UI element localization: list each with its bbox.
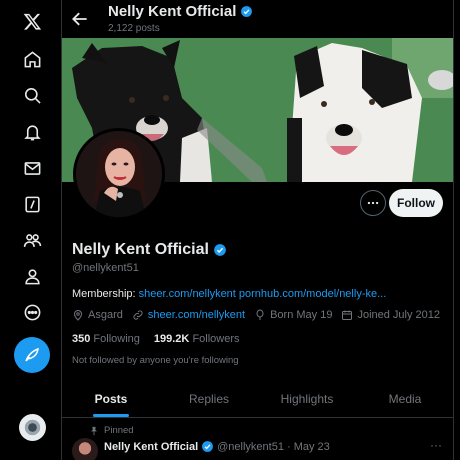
more-horizontal-icon bbox=[367, 201, 379, 205]
profile-bio: Membership: sheer.com/nellykent pornhub.… bbox=[72, 288, 386, 300]
compose-icon bbox=[25, 347, 39, 362]
balloon-icon bbox=[256, 309, 264, 320]
profile-icon[interactable] bbox=[17, 261, 47, 291]
website: sheer.com/nellykent bbox=[132, 309, 245, 321]
location: Asgard bbox=[72, 309, 123, 321]
tab-posts[interactable]: Posts bbox=[62, 380, 160, 417]
profile-avatar-image bbox=[76, 131, 162, 217]
bio-label: Membership: bbox=[72, 288, 136, 300]
bio-links[interactable]: sheer.com/nellykent pornhub.com/model/ne… bbox=[139, 288, 387, 300]
post-date[interactable]: · May 23 bbox=[287, 441, 330, 453]
following-stat[interactable]: 350 Following bbox=[72, 333, 140, 345]
main-column: Nelly Kent Official 2,122 posts Follow N… bbox=[62, 0, 454, 460]
post-handle: @nellykent51 bbox=[217, 440, 284, 453]
grok-icon[interactable] bbox=[17, 189, 47, 219]
tab-replies[interactable]: Replies bbox=[160, 380, 258, 417]
birthday: Born May 19 bbox=[254, 309, 332, 321]
pinned-indicator: Pinned bbox=[89, 425, 134, 436]
profile-header-bar: Nelly Kent Official 2,122 posts bbox=[62, 0, 453, 38]
more-icon[interactable] bbox=[17, 297, 47, 327]
post-header: Nelly Kent Official @nellykent51 · May 2… bbox=[104, 440, 330, 453]
link-icon bbox=[133, 310, 143, 320]
back-arrow-icon[interactable] bbox=[70, 9, 90, 29]
profile-name-text: Nelly Kent Official bbox=[72, 241, 209, 258]
profile-name: Nelly Kent Official bbox=[72, 241, 227, 259]
profile-avatar[interactable] bbox=[73, 128, 165, 220]
tab-highlights[interactable]: Highlights bbox=[258, 380, 356, 417]
post-author[interactable]: Nelly Kent Official bbox=[104, 441, 198, 453]
home-icon[interactable] bbox=[17, 44, 47, 74]
header-title: Nelly Kent Official bbox=[108, 3, 253, 20]
verified-badge-icon bbox=[214, 244, 226, 256]
born-text: Born May 19 bbox=[270, 309, 333, 321]
post-author-avatar[interactable] bbox=[72, 438, 98, 460]
x-logo-icon[interactable] bbox=[17, 6, 47, 36]
followers-label: Followers bbox=[192, 333, 240, 345]
account-avatar[interactable] bbox=[19, 414, 46, 441]
more-options-button[interactable] bbox=[360, 190, 386, 216]
joined: Joined July 2012 bbox=[341, 309, 440, 321]
followers-stat[interactable]: 199.2K Followers bbox=[154, 333, 240, 345]
following-count: 350 bbox=[72, 333, 91, 345]
communities-icon[interactable] bbox=[17, 225, 47, 255]
follow-stats: 350 Following 199.2K Followers bbox=[72, 333, 240, 345]
location-text: Asgard bbox=[88, 309, 123, 321]
profile-handle: @nellykent51 bbox=[72, 262, 139, 274]
joined-text: Joined July 2012 bbox=[357, 309, 441, 321]
profile-tabs: Posts Replies Highlights Media bbox=[62, 380, 453, 418]
calendar-icon bbox=[342, 310, 353, 320]
post-more-button[interactable]: ··· bbox=[430, 438, 442, 452]
search-icon[interactable] bbox=[17, 80, 47, 110]
follow-button[interactable]: Follow bbox=[389, 189, 443, 217]
profile-meta: Asgard sheer.com/nellykent Born May 19 J… bbox=[72, 309, 449, 321]
verified-badge-icon bbox=[241, 6, 253, 17]
verified-badge-icon bbox=[202, 441, 214, 452]
compose-button[interactable] bbox=[14, 337, 50, 373]
tab-media[interactable]: Media bbox=[356, 380, 453, 417]
location-icon bbox=[73, 310, 83, 321]
pin-icon bbox=[91, 426, 97, 435]
messages-icon[interactable] bbox=[17, 153, 47, 183]
followers-count: 199.2K bbox=[153, 333, 190, 345]
notifications-icon[interactable] bbox=[17, 117, 47, 147]
pinned-label: Pinned bbox=[104, 425, 134, 436]
posts-count: 2,122 posts bbox=[108, 23, 160, 34]
website-link[interactable]: sheer.com/nellykent bbox=[148, 309, 245, 321]
not-followed-note: Not followed by anyone you're following bbox=[72, 355, 239, 366]
following-label: Following bbox=[93, 333, 140, 345]
left-nav bbox=[0, 0, 62, 460]
header-name: Nelly Kent Official bbox=[108, 3, 237, 20]
